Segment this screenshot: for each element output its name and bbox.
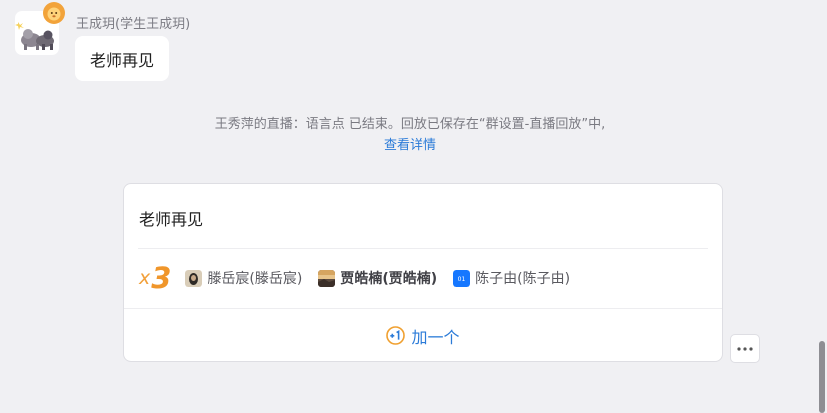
- repeat-card-text: 老师再见: [139, 210, 204, 229]
- message-text: 老师再见: [90, 50, 155, 70]
- sender-name: 王成玥(学生王成玥): [76, 17, 191, 32]
- participant-name: 贾皓楠(贾皓楠): [340, 271, 438, 287]
- plus-one-label: 加一个: [411, 327, 460, 347]
- live-ended-notice: 王秀萍的直播：语言点 已结束。回放已保存在“群设置-直播回放”中, 查看详情: [0, 114, 820, 156]
- participant-name: 陈子由(陈子由): [475, 271, 571, 287]
- svg-text:01: 01: [458, 276, 466, 283]
- participant-name: 滕岳宸(滕岳宸): [207, 271, 303, 287]
- card-divider: [138, 248, 708, 249]
- chat-view: 王成玥(学生王成玥) 老师再见 王秀萍的直播：语言点 已结束。回放已保存在“群设…: [0, 0, 827, 413]
- plus-one-icon: [386, 326, 406, 345]
- repeat-count-prefix: x: [139, 267, 151, 289]
- lion-badge-icon: [43, 2, 65, 24]
- repeat-card: 老师再见 x 3 滕岳宸(滕岳宸) 贾皓楠(贾皓楠) 01 陈子由(陈子由) 加…: [123, 183, 723, 362]
- notice-text: 王秀萍的直播：语言点 已结束。回放已保存在“群设置-直播回放”中,: [214, 117, 606, 132]
- plus-one-button[interactable]: 加一个: [124, 309, 722, 362]
- participant-avatar: [185, 269, 203, 287]
- participant-avatar: [318, 269, 336, 287]
- participant-avatar: 01: [453, 269, 471, 287]
- more-options-button[interactable]: [730, 334, 760, 363]
- participant-item[interactable]: 贾皓楠(贾皓楠): [318, 268, 437, 288]
- view-details-link[interactable]: 查看详情: [384, 138, 436, 153]
- participant-item[interactable]: 01 陈子由(陈子由): [453, 268, 570, 288]
- more-dots-icon: [737, 346, 753, 351]
- repeat-participants-row: x 3 滕岳宸(滕岳宸) 贾皓楠(贾皓楠) 01 陈子由(陈子由): [139, 258, 586, 298]
- repeat-count: 3: [151, 261, 172, 295]
- scrollbar-thumb[interactable]: [819, 341, 825, 413]
- message-bubble[interactable]: 老师再见: [75, 36, 170, 81]
- participant-item[interactable]: 滕岳宸(滕岳宸): [185, 268, 302, 288]
